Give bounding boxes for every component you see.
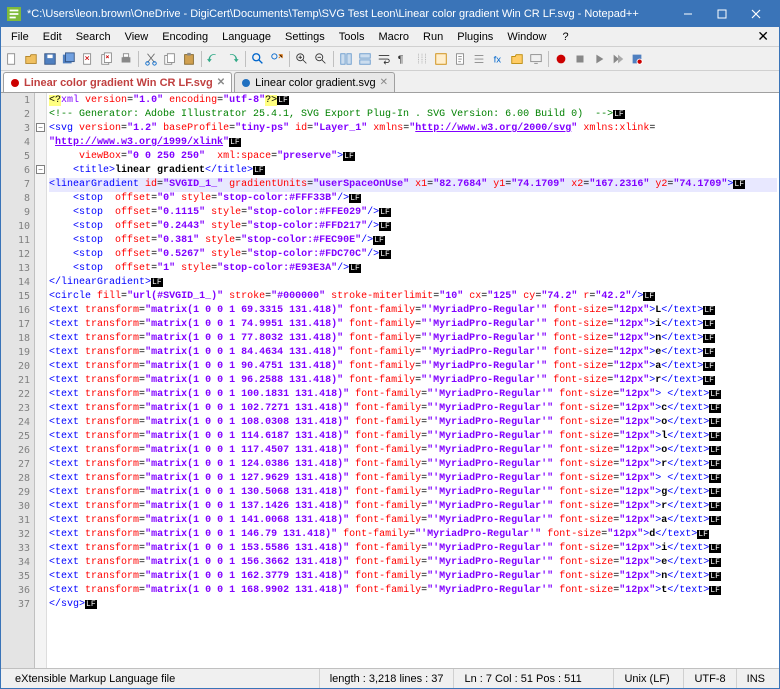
close-all-icon[interactable] — [98, 50, 116, 68]
svg-text:fx: fx — [494, 54, 502, 65]
status-length: length : 3,218 lines : 37 — [320, 669, 455, 688]
save-macro-icon[interactable] — [628, 50, 646, 68]
menu-plugins[interactable]: Plugins — [451, 29, 499, 45]
doc-map-icon[interactable] — [451, 50, 469, 68]
sync-h-icon[interactable] — [356, 50, 374, 68]
toolbar-separator — [138, 51, 139, 67]
copy-icon[interactable] — [161, 50, 179, 68]
menu-close-x[interactable]: ✕ — [751, 28, 775, 45]
tab-close-icon[interactable]: ✕ — [217, 77, 225, 88]
wrap-icon[interactable] — [375, 50, 393, 68]
zoom-in-icon[interactable] — [293, 50, 311, 68]
new-file-icon[interactable] — [3, 50, 21, 68]
monitor-icon[interactable] — [527, 50, 545, 68]
titlebar[interactable]: *C:\Users\leon.brown\OneDrive - DigiCert… — [1, 1, 779, 27]
app-window: *C:\Users\leon.brown\OneDrive - DigiCert… — [0, 0, 780, 689]
menu-settings[interactable]: Settings — [279, 29, 331, 45]
menu-run[interactable]: Run — [417, 29, 449, 45]
code-area[interactable]: <?xml version="1.0" encoding="utf-8"?>LF… — [47, 93, 779, 668]
print-icon[interactable] — [117, 50, 135, 68]
minimize-button[interactable] — [671, 1, 705, 27]
open-file-icon[interactable] — [22, 50, 40, 68]
save-all-icon[interactable] — [60, 50, 78, 68]
toolbar-separator — [333, 51, 334, 67]
replace-icon[interactable] — [268, 50, 286, 68]
app-icon — [7, 7, 21, 21]
menu-tools[interactable]: Tools — [333, 29, 371, 45]
line-number-gutter[interactable]: 1234567891011121314151617181920212223242… — [1, 93, 35, 668]
menu-edit[interactable]: Edit — [37, 29, 68, 45]
undo-icon[interactable] — [205, 50, 223, 68]
doc-list-icon[interactable] — [470, 50, 488, 68]
record-macro-icon[interactable] — [552, 50, 570, 68]
menu-help[interactable]: ? — [556, 29, 574, 45]
toolbar-separator — [201, 51, 202, 67]
menu-search[interactable]: Search — [70, 29, 117, 45]
fold-column[interactable]: −− — [35, 93, 47, 668]
tabbar: Linear color gradient Win CR LF.svg ✕ Li… — [1, 71, 779, 93]
close-file-icon[interactable] — [79, 50, 97, 68]
toolbar-separator — [245, 51, 246, 67]
close-button[interactable] — [739, 1, 773, 27]
redo-icon[interactable] — [224, 50, 242, 68]
folder-icon[interactable] — [508, 50, 526, 68]
zoom-out-icon[interactable] — [312, 50, 330, 68]
sync-v-icon[interactable] — [337, 50, 355, 68]
show-chars-icon[interactable]: ¶ — [394, 50, 412, 68]
tab-inactive[interactable]: Linear color gradient.svg ✕ — [234, 72, 395, 92]
status-pos: Ln : 7 Col : 51 Pos : 511 — [454, 669, 614, 688]
tab-label: Linear color gradient.svg — [255, 77, 375, 89]
tab-close-icon[interactable]: ✕ — [380, 77, 388, 88]
status-eol[interactable]: Unix (LF) — [614, 669, 684, 688]
toolbar: ¶ fx — [1, 47, 779, 71]
status-enc[interactable]: UTF-8 — [684, 669, 736, 688]
svg-text:¶: ¶ — [398, 53, 404, 65]
statusbar: eXtensible Markup Language file length :… — [1, 668, 779, 688]
user-lang-icon[interactable] — [432, 50, 450, 68]
menu-macro[interactable]: Macro — [372, 29, 415, 45]
stop-macro-icon[interactable] — [571, 50, 589, 68]
func-list-icon[interactable]: fx — [489, 50, 507, 68]
menu-view[interactable]: View — [119, 29, 155, 45]
play-macro-icon[interactable] — [590, 50, 608, 68]
window-title: *C:\Users\leon.brown\OneDrive - DigiCert… — [27, 8, 671, 20]
cut-icon[interactable] — [142, 50, 160, 68]
dirty-icon — [10, 78, 20, 88]
toolbar-separator — [289, 51, 290, 67]
editor: 1234567891011121314151617181920212223242… — [1, 93, 779, 668]
status-ins[interactable]: INS — [737, 669, 775, 688]
menu-window[interactable]: Window — [501, 29, 552, 45]
saved-icon — [241, 78, 251, 88]
menu-encoding[interactable]: Encoding — [156, 29, 214, 45]
indent-guides-icon[interactable] — [413, 50, 431, 68]
tab-active[interactable]: Linear color gradient Win CR LF.svg ✕ — [3, 72, 232, 92]
save-icon[interactable] — [41, 50, 59, 68]
menubar: File Edit Search View Encoding Language … — [1, 27, 779, 47]
find-icon[interactable] — [249, 50, 267, 68]
tab-label: Linear color gradient Win CR LF.svg — [24, 77, 213, 89]
paste-icon[interactable] — [180, 50, 198, 68]
play-multi-icon[interactable] — [609, 50, 627, 68]
toolbar-separator — [548, 51, 549, 67]
menu-language[interactable]: Language — [216, 29, 277, 45]
status-lang: eXtensible Markup Language file — [5, 669, 320, 688]
maximize-button[interactable] — [705, 1, 739, 27]
menu-file[interactable]: File — [5, 29, 35, 45]
